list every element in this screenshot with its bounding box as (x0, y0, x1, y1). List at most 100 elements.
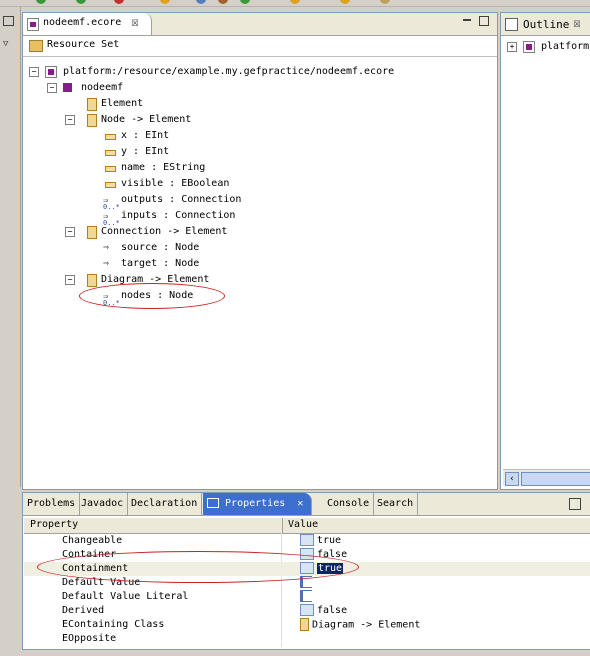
refresh-icon[interactable] (240, 0, 250, 4)
scroll-left-icon[interactable]: ‹ (505, 472, 519, 486)
resource-set-label: Resource Set (47, 39, 120, 50)
column-header-value[interactable]: Value (288, 519, 318, 530)
eclass-icon (87, 274, 97, 287)
tree-item-label: Node -> Element (101, 114, 192, 125)
folder-icon (29, 40, 43, 52)
restore-icon[interactable] (3, 16, 14, 26)
property-row[interactable]: Default Value Literal (24, 590, 590, 604)
view-toolbar-icon[interactable] (569, 498, 581, 510)
eclass-icon (87, 98, 97, 111)
property-value: true (300, 534, 341, 548)
tab-search[interactable]: Search (373, 493, 419, 515)
properties-table-header: Property Value (24, 518, 590, 534)
highlight-ellipse (37, 551, 359, 583)
resource-icon (523, 41, 535, 53)
property-value (300, 590, 315, 604)
property-row[interactable]: EOpposite (24, 632, 590, 646)
forward-icon[interactable] (380, 0, 390, 4)
new-icon[interactable] (196, 0, 206, 4)
collapse-icon[interactable]: − (65, 227, 75, 237)
tree-item-label: x : EInt (121, 130, 170, 141)
tab-properties-label: Properties (225, 498, 286, 509)
ereference-icon: ⇒ (103, 242, 110, 253)
left-gutter: ▽ (0, 7, 21, 487)
eattribute-icon (105, 134, 116, 140)
run-icon[interactable] (36, 0, 46, 4)
outline-icon (505, 18, 518, 31)
folder-icon[interactable] (290, 0, 300, 4)
column-header-property[interactable]: Property (30, 519, 78, 530)
boolean-icon (300, 604, 314, 616)
text-value-icon (300, 590, 312, 602)
collapse-icon[interactable]: − (65, 275, 75, 285)
tab-nodeemf-ecore[interactable]: nodeemf.ecore ☒ (23, 13, 152, 35)
tree-package-label: nodeemf (81, 82, 124, 93)
debug-icon[interactable] (76, 0, 86, 4)
tab-declaration[interactable]: Declaration (127, 493, 203, 515)
tree-item-label: visible : EBoolean (121, 178, 230, 189)
outline-tab-title[interactable]: Outline (523, 18, 569, 31)
tab-properties[interactable]: Properties ✕ (203, 493, 312, 515)
property-name: EOpposite (62, 633, 117, 644)
eclass-icon (300, 618, 309, 631)
expand-icon[interactable]: + (507, 42, 517, 52)
collapse-icon[interactable]: − (47, 83, 57, 93)
outline-view: Outline ☒ + platform ‹ (500, 12, 590, 490)
resource-icon (45, 66, 57, 78)
property-row[interactable]: Derived false (24, 604, 590, 618)
scrollbar-thumb[interactable] (521, 472, 590, 486)
eclass-icon (87, 226, 97, 239)
tree-item-label: Element (101, 98, 144, 109)
highlight-ellipse (79, 283, 225, 309)
ecore-tree: − platform:/resource/example.my.gefpract… (23, 59, 497, 479)
stop-icon[interactable] (114, 0, 124, 4)
property-value: false (300, 604, 347, 618)
eclass-icon (87, 114, 97, 127)
tree-item-label: inputs : Connection (121, 210, 236, 221)
properties-icon (207, 498, 219, 508)
property-row[interactable]: EContaining Class Diagram -> Element (24, 618, 590, 632)
property-value: Diagram -> Element (300, 618, 420, 633)
close-icon[interactable]: ✕ (297, 498, 303, 509)
property-name: Changeable (62, 535, 123, 546)
property-name: EContaining Class (62, 619, 165, 630)
tree-item-label: outputs : Connection (121, 194, 242, 205)
close-icon[interactable]: ☒ (573, 16, 581, 31)
editor-tab-bar: nodeemf.ecore ☒ (23, 13, 497, 36)
collapse-icon[interactable]: − (65, 115, 75, 125)
tree-item-label: Connection -> Element (101, 226, 228, 237)
tab-problems[interactable]: Problems (23, 493, 81, 515)
bottom-tab-bar: Problems Javadoc Declaration Properties … (23, 493, 590, 516)
tree-item-label: y : EInt (121, 146, 170, 157)
tree-item-label: target : Node (121, 258, 200, 269)
resource-set-header: Resource Set (23, 36, 497, 57)
property-row[interactable]: Changeable true (24, 534, 590, 548)
main-toolbar (0, 0, 590, 7)
collapse-icon[interactable]: − (29, 67, 39, 77)
open-icon[interactable] (218, 0, 228, 4)
property-name: Default Value Literal (62, 591, 189, 602)
outline-item-label: platform (541, 41, 590, 52)
horizontal-scrollbar[interactable]: ‹ (503, 469, 590, 486)
tree-root-label: platform:/resource/example.my.gefpractic… (63, 66, 395, 77)
eattribute-icon (105, 166, 116, 172)
ecore-file-icon (27, 18, 39, 31)
editor-tab-title: nodeemf.ecore (43, 17, 122, 28)
close-icon[interactable]: ☒ (131, 15, 139, 30)
tab-javadoc[interactable]: Javadoc (77, 493, 129, 515)
maximize-icon[interactable] (479, 16, 489, 26)
search-icon[interactable] (160, 0, 170, 4)
package-icon (63, 83, 72, 92)
tree-item-label: source : Node (121, 242, 200, 253)
view-menu-icon[interactable]: ▽ (3, 39, 8, 49)
back-icon[interactable] (340, 0, 350, 4)
property-name: Derived (62, 605, 105, 616)
tab-console[interactable]: Console (323, 493, 375, 515)
ereference-icon: ⇒ (103, 258, 110, 269)
eattribute-icon (105, 182, 116, 188)
ecore-editor: nodeemf.ecore ☒ Resource Set − platform:… (22, 12, 498, 490)
tree-item-label: name : EString (121, 162, 206, 173)
boolean-icon (300, 534, 314, 546)
minimize-icon[interactable] (463, 19, 471, 23)
eattribute-icon (105, 150, 116, 156)
